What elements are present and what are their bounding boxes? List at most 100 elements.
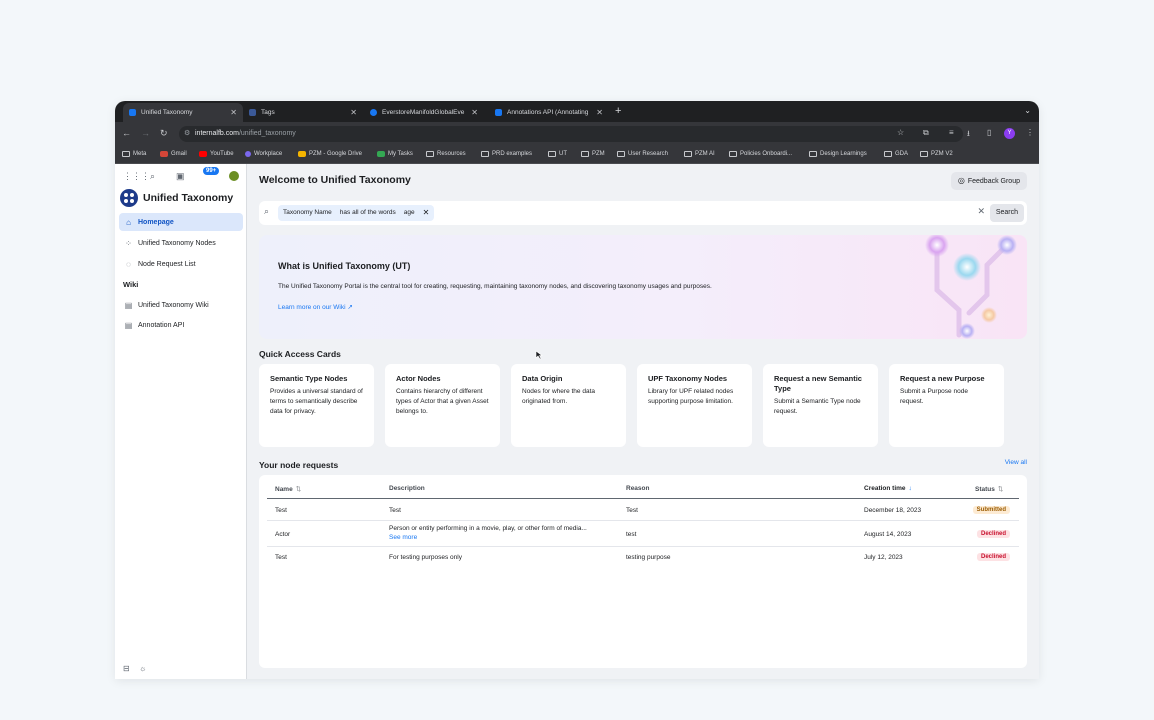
site-info-icon[interactable]: ⚙: [184, 126, 190, 142]
close-tab-icon[interactable]: ✕: [471, 108, 478, 117]
page-title: Welcome to Unified Taxonomy: [259, 174, 411, 186]
filter-value: age: [403, 209, 415, 216]
bookmark-pzm-drive[interactable]: PZM - Google Drive: [298, 151, 362, 157]
bookmark-gda[interactable]: GDA: [884, 151, 908, 157]
bookmark-pzm-v2[interactable]: PZM V2: [920, 151, 953, 157]
card-upf-taxonomy-nodes[interactable]: UPF Taxonomy Nodes Library for UPF relat…: [637, 364, 752, 447]
user-avatar[interactable]: [229, 171, 239, 181]
app-name: Unified Taxonomy: [143, 192, 234, 204]
card-description: Submit a Purpose node request.: [900, 388, 968, 405]
bookmark-star-icon[interactable]: ☆: [897, 128, 904, 137]
bookmark-my-tasks[interactable]: My Tasks: [377, 151, 413, 157]
bookmark-pzm-ai[interactable]: PZM AI: [684, 151, 715, 157]
tab-annotations-api[interactable]: Annotations API (Annotating ✕: [489, 103, 609, 122]
back-arrow-icon[interactable]: ←: [122, 128, 131, 138]
close-tab-icon[interactable]: ✕: [230, 108, 237, 117]
extensions-icon[interactable]: ⧉: [923, 128, 929, 138]
bookmark-gmail[interactable]: Gmail: [160, 151, 187, 157]
new-tab-plus-icon[interactable]: +: [615, 105, 621, 117]
tab-unified-taxonomy[interactable]: Unified Taxonomy ✕: [123, 103, 243, 122]
browser-window: Unified Taxonomy ✕ Tags ✕ EverstoreManif…: [115, 101, 1039, 679]
filter-field: Taxonomy Name: [283, 209, 332, 216]
feedback-group-button[interactable]: ◎ Feedback Group: [950, 172, 1027, 190]
sidebar-item-taxonomy-nodes[interactable]: ⁘ Unified Taxonomy Nodes: [119, 234, 243, 252]
notifications-badge[interactable]: 99+: [203, 167, 220, 175]
bookmark-label: Design Learnings: [820, 151, 867, 157]
folder-icon: [122, 151, 130, 157]
sidebar-item-homepage[interactable]: ⌂ Homepage: [119, 213, 243, 231]
bookmark-label: PZM AI: [695, 151, 715, 157]
node-requests-table: Name ⇅ Description Reason Creation time ↓ …: [259, 475, 1027, 668]
card-title: Request a new Semantic Type: [774, 374, 862, 393]
see-more-link[interactable]: See more: [389, 534, 587, 541]
sidebar-item-taxonomy-wiki[interactable]: ▤ Unified Taxonomy Wiki: [119, 296, 243, 314]
bookmark-pzm[interactable]: PZM: [581, 151, 605, 157]
sort-icon[interactable]: ⇅: [998, 486, 1003, 493]
search-filter-chip[interactable]: Taxonomy Name has all of the words age ✕: [278, 205, 435, 221]
header-label: Name: [275, 486, 293, 493]
card-request-semantic-type[interactable]: Request a new Semantic Type Submit a Sem…: [763, 364, 878, 447]
forward-arrow-icon[interactable]: →: [141, 128, 150, 138]
address-bar[interactable]: ⚙ internalfb.com/unified_taxonomy: [179, 126, 963, 142]
app-grid-icon[interactable]: ⋮⋮⋮: [123, 171, 150, 182]
folder-icon: [581, 151, 589, 157]
media-controls-icon[interactable]: ≡: [949, 128, 954, 137]
bookmark-ut[interactable]: UT: [548, 151, 567, 157]
bookmark-label: YouTube: [210, 151, 234, 157]
side-panel-icon[interactable]: ▯: [987, 128, 991, 137]
close-tab-icon[interactable]: ✕: [350, 108, 357, 117]
table-row[interactable]: Test Test Test December 18, 2023 Submitt…: [267, 500, 1019, 521]
table-row[interactable]: Actor Person or entity performing in a m…: [267, 521, 1019, 547]
check-circle-icon: ◌: [126, 259, 131, 269]
learn-more-wiki-link[interactable]: Learn more on our Wiki ↗: [278, 303, 353, 311]
sidebar-item-node-request-list[interactable]: ◌ Node Request List: [119, 255, 243, 273]
unified-taxonomy-logo-icon: [120, 189, 138, 207]
column-header-name[interactable]: Name ⇅: [275, 485, 301, 493]
bookmark-prd-examples[interactable]: PRD examples: [481, 151, 532, 157]
bookmark-workplace[interactable]: Workplace: [245, 151, 282, 157]
card-semantic-type-nodes[interactable]: Semantic Type Nodes Provides a universal…: [259, 364, 374, 447]
card-actor-nodes[interactable]: Actor Nodes Contains hierarchy of differ…: [385, 364, 500, 447]
node-requests-heading: Your node requests: [259, 460, 339, 470]
clear-search-icon[interactable]: ✕: [977, 206, 985, 217]
view-all-link[interactable]: View all: [1005, 459, 1027, 466]
card-data-origin[interactable]: Data Origin Nodes for where the data ori…: [511, 364, 626, 447]
remove-filter-icon[interactable]: ✕: [423, 205, 430, 221]
status-badge: Submitted: [972, 506, 1010, 514]
bookmark-user-research[interactable]: User Research: [617, 151, 668, 157]
bookmark-resources[interactable]: Resources: [426, 151, 466, 157]
column-header-status[interactable]: Status ⇅: [975, 485, 1003, 493]
bookmark-policies[interactable]: Policies Onboardi...: [729, 151, 792, 157]
google-drive-icon: [298, 151, 306, 157]
tab-everstore[interactable]: EverstoreManifoldGlobalEve ✕: [364, 103, 484, 122]
folder-icon: [617, 151, 625, 157]
collapse-sidebar-icon[interactable]: ⊟: [123, 664, 130, 673]
card-title: Data Origin: [522, 374, 563, 383]
bug-report-icon[interactable]: ☼: [139, 664, 146, 673]
reload-icon[interactable]: ↻: [160, 128, 168, 139]
bookmark-design-learnings[interactable]: Design Learnings: [809, 151, 867, 157]
search-icon[interactable]: ⌕: [150, 171, 155, 182]
search-button[interactable]: Search: [989, 204, 1024, 222]
table-row[interactable]: Test For testing purposes only testing p…: [267, 547, 1019, 568]
card-request-purpose[interactable]: Request a new Purpose Submit a Purpose n…: [889, 364, 1004, 447]
profile-avatar[interactable]: Y: [1004, 128, 1015, 139]
tab-search-chevron-icon[interactable]: ⌄: [1024, 106, 1031, 115]
menu-kebab-icon[interactable]: ⋮: [1026, 128, 1034, 137]
app-brand[interactable]: Unified Taxonomy: [120, 189, 233, 207]
download-icon[interactable]: ⭳: [967, 128, 970, 142]
header-label: Status: [975, 486, 995, 493]
close-tab-icon[interactable]: ✕: [596, 108, 603, 117]
cell-reason: Test: [626, 507, 638, 514]
bookmark-youtube[interactable]: YouTube: [199, 151, 234, 157]
sort-desc-icon[interactable]: ↓: [909, 485, 912, 492]
bookmark-meta[interactable]: Meta: [122, 151, 146, 157]
status-badge: Declined: [976, 530, 1010, 538]
bookmarks-icon[interactable]: ▣: [176, 171, 185, 182]
tab-tags[interactable]: Tags ✕: [243, 103, 363, 122]
sidebar-item-annotation-api[interactable]: ▤ Annotation API: [119, 316, 243, 334]
column-header-creation-time[interactable]: Creation time ↓: [864, 485, 912, 492]
sort-icon[interactable]: ⇅: [296, 486, 301, 493]
taxonomy-search-bar[interactable]: ⌕ Taxonomy Name has all of the words age…: [259, 201, 1027, 225]
sidebar-section-wiki: Wiki: [123, 280, 139, 289]
